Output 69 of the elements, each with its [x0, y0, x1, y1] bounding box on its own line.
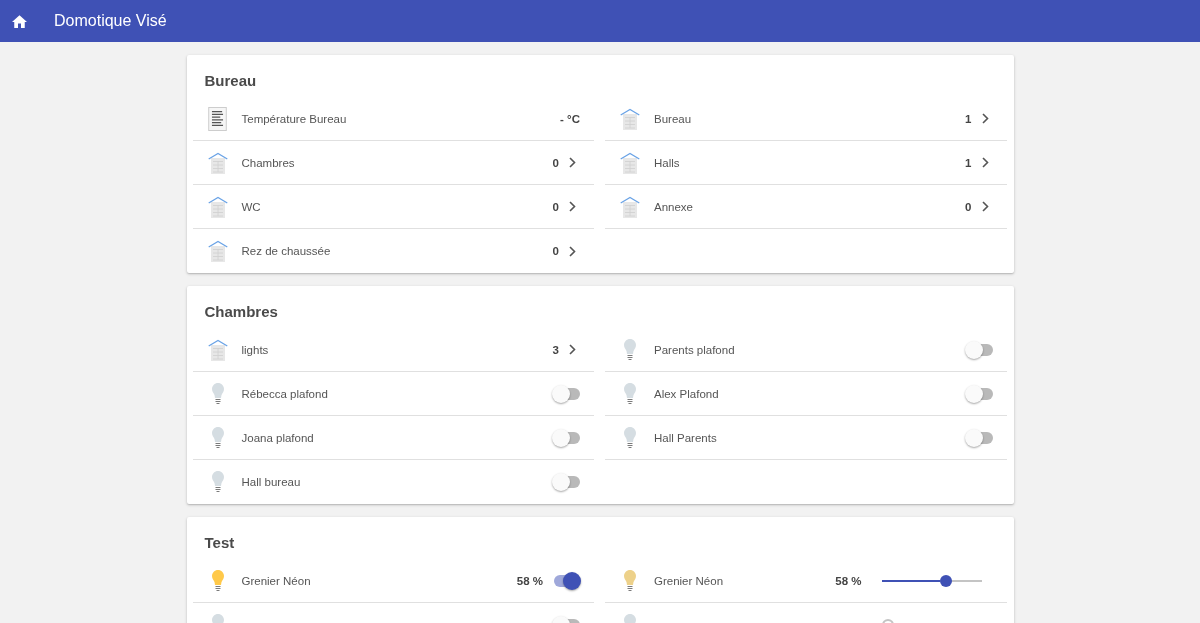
toggle-switch[interactable] — [552, 571, 581, 590]
device-label: Parents plafond — [654, 343, 735, 356]
house-icon — [620, 151, 640, 174]
lightbulb-icon — [624, 338, 636, 361]
device-label: Halls — [654, 156, 680, 169]
house-icon — [620, 195, 640, 218]
toggle-switch[interactable] — [964, 384, 994, 403]
device-label: Rébecca plafond — [241, 387, 328, 400]
item-count: 0 — [552, 200, 559, 213]
group-row[interactable]: Annexe 0 — [605, 185, 1007, 229]
group-row[interactable]: WC 0 — [192, 185, 594, 229]
brightness-reading: 58 % — [835, 574, 862, 587]
item-count: 0 — [552, 156, 559, 169]
lightbulb-icon — [211, 426, 224, 449]
chevron-right-icon — [981, 201, 989, 212]
chevron-right-icon — [569, 201, 576, 212]
item-count: 3 — [552, 343, 559, 356]
item-count: 0 — [965, 200, 972, 213]
device-label: Joana plafond — [241, 431, 314, 444]
card-title: Chambres — [204, 302, 278, 322]
house-icon — [207, 338, 228, 361]
group-row[interactable]: Halls 1 — [605, 141, 1007, 185]
brightness-reading: 58 % — [516, 574, 543, 587]
device-label: Hall bureau — [241, 476, 301, 488]
device-label: Grenier Néon — [654, 574, 724, 587]
chevron-right-icon — [569, 157, 576, 168]
device-label: Température Bureau — [241, 112, 347, 125]
temperature-value: - °C — [560, 112, 580, 125]
item-count: 0 — [552, 245, 559, 257]
group-row[interactable]: Rez de chaussée 0 — [192, 229, 594, 273]
toggle-switch[interactable] — [552, 473, 581, 491]
toggle-switch[interactable] — [552, 428, 581, 447]
device-label: Bureau — [654, 112, 692, 125]
device-label: Annexe — [654, 200, 693, 213]
chevron-right-icon — [569, 344, 576, 355]
group-row[interactable]: Chambres 0 — [192, 141, 594, 185]
card-title: Test — [204, 533, 235, 553]
device-label: Rez de chaussée — [241, 245, 331, 257]
lightbulb-icon — [211, 569, 224, 592]
toggle-switch[interactable] — [964, 340, 994, 359]
item-count: 1 — [965, 156, 972, 169]
home-icon — [12, 14, 27, 28]
chevron-right-icon — [981, 113, 989, 124]
document-icon — [208, 106, 227, 131]
chevron-right-icon — [569, 245, 576, 257]
house-icon — [207, 151, 228, 174]
toggle-switch[interactable] — [964, 428, 994, 447]
lightbulb-icon — [624, 426, 636, 449]
lightbulb-icon — [211, 471, 224, 493]
toggle-switch[interactable] — [552, 384, 581, 403]
device-label: Hall Parents — [654, 431, 717, 444]
lightbulb-icon — [624, 382, 636, 405]
item-count: 1 — [965, 112, 972, 125]
house-icon — [207, 195, 228, 218]
card-title: Bureau — [204, 71, 257, 91]
group-row[interactable]: lights 3 — [192, 328, 594, 372]
device-label: Grenier Néon — [241, 574, 311, 587]
lightbulb-icon — [624, 569, 636, 592]
chevron-right-icon — [981, 157, 989, 168]
house-icon — [620, 107, 640, 130]
lightbulb-icon — [211, 382, 224, 405]
house-icon — [207, 240, 228, 262]
group-row[interactable]: Bureau 1 — [605, 97, 1007, 141]
app-title: Domotique Visé — [54, 12, 167, 30]
device-label: lights — [241, 343, 269, 356]
slider-handle[interactable] — [939, 574, 952, 587]
device-label: Chambres — [241, 156, 295, 169]
device-label: WC — [241, 200, 261, 213]
device-label: Alex Plafond — [654, 387, 719, 400]
